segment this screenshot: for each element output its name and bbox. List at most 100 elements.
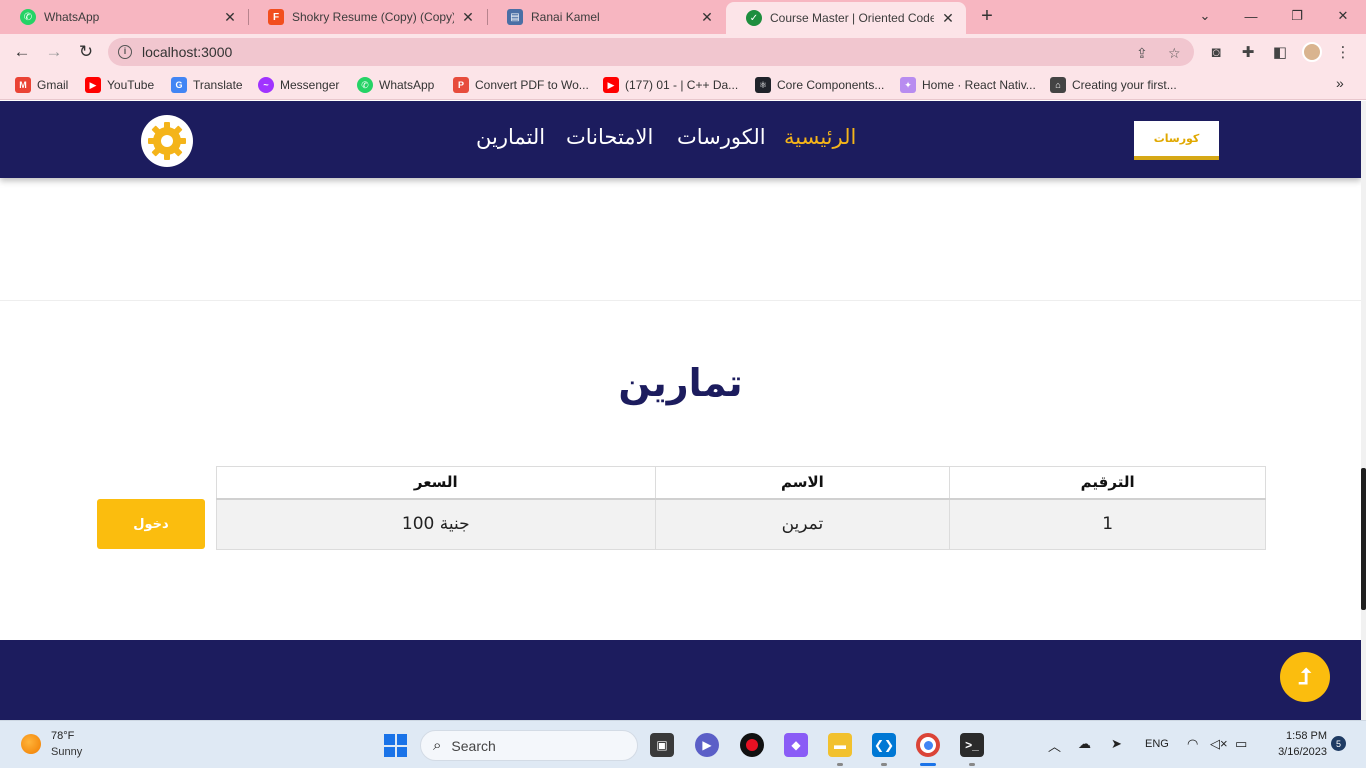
tab-search-icon[interactable]: ⌄ bbox=[1182, 0, 1228, 32]
address-bar[interactable]: i localhost:3000 ⇪ ☆ bbox=[108, 38, 1194, 66]
bookmark-whatsapp[interactable]: ✆ WhatsApp bbox=[357, 76, 434, 94]
taskbar-search-box[interactable]: ⌕ Search bbox=[420, 730, 638, 761]
file-explorer-icon[interactable]: ▬ bbox=[828, 733, 852, 757]
task-view-icon[interactable]: ▣ bbox=[650, 733, 674, 757]
vscode-icon[interactable]: ❮❯ bbox=[872, 733, 896, 757]
figma-icon: F bbox=[268, 9, 284, 25]
clock-date[interactable]: 3/16/2023 bbox=[1263, 746, 1327, 758]
close-icon[interactable]: ✕ bbox=[460, 9, 476, 26]
bookmark-label: Translate bbox=[193, 78, 243, 92]
battery-icon[interactable]: ▭ bbox=[1235, 736, 1247, 752]
bookmark-cpp-video[interactable]: ▶ (177) 01 - | C++ Da... bbox=[603, 76, 738, 94]
table-header-row: السعر الاسم الترقيم bbox=[216, 466, 1266, 500]
bookmark-youtube[interactable]: ▶ YouTube bbox=[85, 76, 154, 94]
bookmarks-bar: M Gmail ▶ YouTube G Translate ~ Messenge… bbox=[0, 70, 1366, 100]
column-header-number: الترقيم bbox=[949, 466, 1266, 500]
bookmarks-overflow-icon[interactable]: » bbox=[1336, 75, 1344, 91]
close-icon[interactable]: ✕ bbox=[940, 10, 956, 27]
weather-temperature[interactable]: 78°F bbox=[51, 730, 74, 742]
chrome-icon[interactable] bbox=[916, 733, 940, 757]
language-indicator[interactable]: ENG bbox=[1145, 738, 1169, 750]
bookmark-messenger[interactable]: ~ Messenger bbox=[258, 76, 339, 94]
section-divider bbox=[0, 300, 1361, 301]
minimize-icon[interactable]: — bbox=[1228, 0, 1274, 32]
bookmark-creating-first[interactable]: ⌂ Creating your first... bbox=[1050, 76, 1177, 94]
nav-exercises[interactable]: التمارين bbox=[476, 125, 545, 149]
location-arrow-icon[interactable]: ➤ bbox=[1111, 736, 1122, 752]
bookmark-star-icon[interactable]: ☆ bbox=[1168, 45, 1181, 62]
share-icon[interactable]: ⇪ bbox=[1136, 45, 1148, 62]
tab-whatsapp[interactable]: ✆ WhatsApp ✕ bbox=[0, 0, 248, 34]
restore-icon[interactable]: ❐ bbox=[1274, 0, 1320, 32]
clock-time[interactable]: 1:58 PM bbox=[1275, 730, 1327, 742]
bookmark-label: Home · React Nativ... bbox=[922, 78, 1036, 92]
bookmark-core-components[interactable]: ⚛ Core Components... bbox=[755, 76, 884, 94]
bookmark-label: Creating your first... bbox=[1072, 78, 1177, 92]
wifi-icon[interactable]: ◠ bbox=[1187, 736, 1198, 752]
terminal-icon[interactable]: >_ bbox=[960, 733, 984, 757]
arrow-up-icon: ⮥ bbox=[1298, 664, 1312, 689]
settings-gear-button[interactable] bbox=[141, 115, 193, 167]
window-close-icon[interactable]: ✕ bbox=[1320, 0, 1366, 32]
table-row: 100 جنية تمرين 1 bbox=[216, 498, 1266, 550]
document-icon: ▤ bbox=[507, 9, 523, 25]
side-panel-icon[interactable]: ◧ bbox=[1271, 43, 1289, 61]
bookmark-label: WhatsApp bbox=[379, 78, 435, 92]
tab-course-master[interactable]: ✓ Course Master | Oriented Coders ✕ bbox=[726, 2, 966, 34]
check-circle-icon: ✓ bbox=[746, 10, 762, 26]
copilot-icon[interactable]: ◆ bbox=[784, 733, 808, 757]
page-scrollbar-thumb[interactable] bbox=[1361, 468, 1366, 610]
sun-icon[interactable] bbox=[21, 734, 41, 754]
nav-exams[interactable]: الامتحانات bbox=[566, 125, 653, 149]
tab-ranai[interactable]: ▤ Ranai Kamel ✕ bbox=[487, 0, 725, 34]
whatsapp-icon: ✆ bbox=[20, 9, 36, 25]
new-tab-button[interactable]: + bbox=[977, 6, 997, 27]
back-arrow-icon[interactable]: ← bbox=[10, 40, 34, 64]
windows-start-icon[interactable] bbox=[384, 734, 407, 757]
page-scrollbar-track[interactable] bbox=[1361, 101, 1366, 720]
close-icon[interactable]: ✕ bbox=[699, 9, 715, 26]
tray-chevron-icon[interactable]: ︿ bbox=[1048, 736, 1061, 755]
site-header: التمارين الامتحانات الكورسات الرئيسية كو… bbox=[0, 101, 1361, 178]
tab-figma[interactable]: F Shokry Resume (Copy) (Copy) – F ✕ bbox=[248, 0, 486, 34]
site-logo[interactable]: كورسات bbox=[1134, 121, 1219, 160]
volume-muted-icon[interactable]: ◁× bbox=[1210, 736, 1228, 752]
recorder-icon[interactable] bbox=[740, 733, 764, 757]
web-page: التمارين الامتحانات الكورسات الرئيسية كو… bbox=[0, 101, 1361, 720]
bookmark-react-native[interactable]: ✦ Home · React Nativ... bbox=[900, 76, 1036, 94]
onedrive-cloud-icon[interactable]: ☁ bbox=[1078, 736, 1091, 752]
site-info-icon[interactable]: i bbox=[118, 45, 132, 59]
screenshot-icon[interactable]: ◙ bbox=[1207, 43, 1225, 61]
pdf-converter-icon: P bbox=[453, 77, 469, 93]
teams-chat-icon[interactable]: ▶ bbox=[695, 733, 719, 757]
tab-title: Shokry Resume (Copy) (Copy) – F bbox=[292, 10, 454, 24]
bookmark-translate[interactable]: G Translate bbox=[171, 76, 243, 94]
profile-avatar[interactable] bbox=[1302, 42, 1322, 62]
browser-tabstrip: ✆ WhatsApp ✕ F Shokry Resume (Copy) (Cop… bbox=[0, 0, 1366, 34]
extensions-icon[interactable]: ✚ bbox=[1239, 43, 1257, 61]
bookmark-convert-pdf[interactable]: P Convert PDF to Wo... bbox=[453, 76, 589, 94]
nav-home[interactable]: الرئيسية bbox=[784, 125, 856, 149]
reload-icon[interactable]: ↻ bbox=[74, 40, 98, 64]
forward-arrow-icon[interactable]: → bbox=[42, 40, 66, 64]
scroll-to-top-button[interactable]: ⮥ bbox=[1280, 652, 1330, 702]
search-label: Search bbox=[451, 737, 496, 754]
nav-courses[interactable]: الكورسات bbox=[677, 125, 766, 149]
cell-price: 100 جنية bbox=[216, 498, 656, 550]
bookmark-gmail[interactable]: M Gmail bbox=[15, 76, 68, 94]
expo-icon: ✦ bbox=[900, 77, 916, 93]
column-header-name: الاسم bbox=[654, 466, 951, 500]
weather-description[interactable]: Sunny bbox=[51, 746, 82, 758]
column-header-price: السعر bbox=[216, 466, 656, 500]
close-icon[interactable]: ✕ bbox=[222, 9, 238, 26]
url-text: localhost:3000 bbox=[142, 44, 233, 60]
tab-title: Course Master | Oriented Coders bbox=[770, 11, 934, 25]
cell-number: 1 bbox=[949, 498, 1266, 550]
notification-badge[interactable]: 5 bbox=[1331, 736, 1346, 751]
bookmark-label: (177) 01 - | C++ Da... bbox=[625, 78, 739, 92]
enter-button[interactable]: دخول bbox=[97, 499, 205, 549]
bookmark-label: Messenger bbox=[280, 78, 340, 92]
youtube-icon: ▶ bbox=[85, 77, 101, 93]
menu-kebab-icon[interactable]: ⋮ bbox=[1334, 43, 1352, 61]
tab-title: Ranai Kamel bbox=[531, 10, 600, 24]
